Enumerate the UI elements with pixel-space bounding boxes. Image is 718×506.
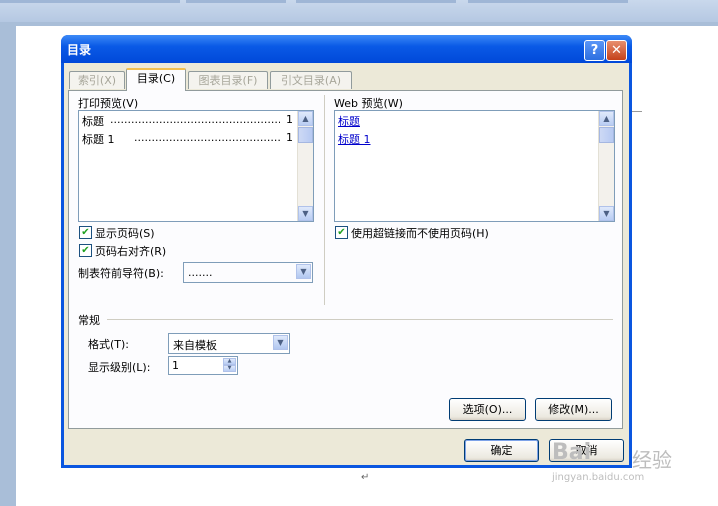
section-divider	[107, 319, 613, 320]
web-preview-box: 标题 标题 1 ▲ ▼	[334, 110, 615, 222]
print-preview-label: 打印预览(V)	[78, 97, 139, 110]
options-button[interactable]: 选项(O)...	[449, 398, 526, 421]
scroll-down-icon[interactable]: ▼	[599, 206, 614, 221]
page-number: 1	[286, 131, 293, 144]
dialog-title: 目录	[67, 43, 92, 57]
entry-text: 标题 1	[82, 133, 115, 146]
toc-dialog: 目录 ? ✕ 索引(X) 目录(C) 图表目录(F) 引文目录(A) 打印预览(…	[61, 35, 632, 468]
right-align-label: 页码右对齐(R)	[95, 245, 167, 258]
chevron-down-icon[interactable]: ▼	[296, 264, 311, 279]
show-page-numbers-label: 显示页码(S)	[95, 227, 155, 240]
entry-text: 标题	[82, 115, 104, 128]
scroll-thumb[interactable]	[298, 127, 313, 143]
vertical-divider	[324, 95, 325, 305]
print-preview-line: 标题 1 ...................................…	[82, 131, 294, 147]
tab-leader-label: 制表符前导符(B):	[78, 267, 164, 280]
app-top-strip	[0, 0, 718, 22]
close-button[interactable]: ✕	[606, 40, 627, 61]
watermark-main: Bai	[552, 440, 592, 465]
ribbon-edge	[468, 0, 628, 3]
general-section-label: 常规	[78, 314, 100, 327]
print-preview-scrollbar[interactable]: ▲ ▼	[297, 111, 313, 221]
paragraph-mark: ↵	[361, 472, 370, 483]
tab-leader-select[interactable]: ....... ▼	[183, 262, 313, 283]
title-bar: 目录 ? ✕	[61, 35, 632, 63]
web-preview-link[interactable]: 标题 1	[338, 131, 371, 147]
watermark-url: jingyan.baidu.com	[552, 472, 645, 483]
web-preview-label: Web 预览(W)	[334, 97, 403, 110]
help-button[interactable]: ?	[584, 40, 605, 61]
modify-button[interactable]: 修改(M)...	[535, 398, 612, 421]
scroll-down-icon[interactable]: ▼	[298, 206, 313, 221]
tab-figures[interactable]: 图表目录(F)	[188, 71, 268, 89]
print-preview-line: 标题 .....................................…	[82, 113, 294, 129]
scroll-up-icon[interactable]: ▲	[298, 111, 313, 126]
dialog-client: 索引(X) 目录(C) 图表目录(F) 引文目录(A) 打印预览(V) 标题 .…	[64, 63, 629, 465]
format-value: 来自模板	[173, 339, 217, 352]
levels-label: 显示级别(L):	[88, 361, 151, 374]
leader-dots: ........................................…	[134, 131, 280, 144]
watermark-cn: 经验	[632, 448, 672, 472]
baidu-watermark: Bai 经验 jingyan.baidu.com	[548, 430, 688, 490]
web-preview-link[interactable]: 标题	[338, 113, 360, 129]
show-page-numbers-checkbox[interactable]: ✔	[79, 226, 92, 239]
format-label: 格式(T):	[88, 338, 130, 351]
levels-stepper[interactable]: 1 ▲ ▼	[168, 356, 238, 375]
use-hyperlinks-checkbox[interactable]: ✔	[335, 226, 348, 239]
scroll-up-icon[interactable]: ▲	[599, 111, 614, 126]
spin-down-icon[interactable]: ▼	[223, 365, 236, 372]
tab-leader-value: .......	[188, 266, 213, 279]
tab-authorities[interactable]: 引文目录(A)	[270, 71, 352, 89]
levels-value: 1	[172, 359, 179, 372]
leader-dots: ........................................…	[110, 113, 280, 126]
spin-up-icon[interactable]: ▲	[223, 358, 236, 365]
print-preview-box: 标题 .....................................…	[78, 110, 314, 222]
ribbon-edge	[296, 0, 456, 3]
ribbon-edge	[0, 0, 180, 3]
toc-tab-panel: 打印预览(V) 标题 .............................…	[68, 90, 623, 429]
ok-button[interactable]: 确定	[464, 439, 539, 462]
use-hyperlinks-label: 使用超链接而不使用页码(H)	[351, 227, 489, 240]
ribbon-edge	[186, 0, 286, 3]
page-number: 1	[286, 113, 293, 126]
scroll-thumb[interactable]	[599, 127, 614, 143]
tab-toc[interactable]: 目录(C)	[126, 68, 186, 91]
web-preview-scrollbar[interactable]: ▲ ▼	[598, 111, 614, 221]
chevron-down-icon[interactable]: ▼	[273, 335, 288, 350]
format-select[interactable]: 来自模板 ▼	[168, 333, 290, 354]
tab-index[interactable]: 索引(X)	[69, 71, 125, 89]
right-align-checkbox[interactable]: ✔	[79, 244, 92, 257]
